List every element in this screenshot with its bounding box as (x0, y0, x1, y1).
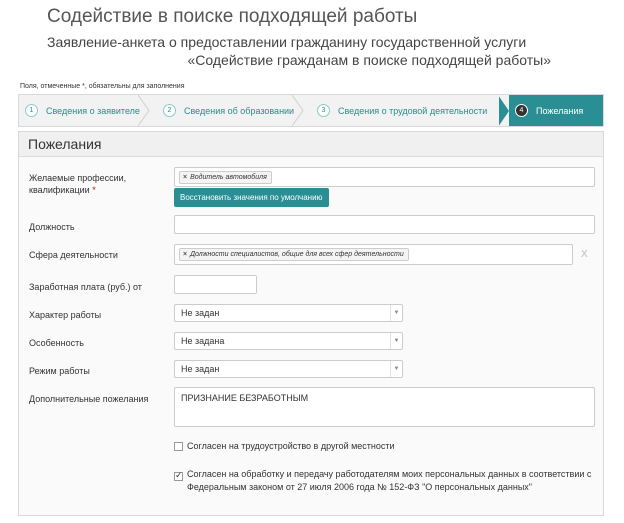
relocation-checkbox[interactable] (174, 442, 183, 451)
clear-sphere-icon[interactable]: X (581, 249, 588, 260)
work-mode-label: Режим работы (29, 366, 90, 376)
step-label: Сведения о заявителе (46, 105, 140, 116)
work-mode-select[interactable]: Не задан ▼ (174, 360, 403, 378)
step-label: Пожелания (536, 105, 584, 116)
remove-tag-icon[interactable]: × (183, 174, 187, 181)
dropdown-arrow-icon[interactable]: ▼ (390, 333, 402, 349)
salary-label: Заработная плата (руб.) от (29, 282, 142, 292)
step-education[interactable]: 2 Сведения об образовании (149, 95, 304, 126)
professions-label: Желаемые профессии, квалификации * (29, 173, 127, 195)
step-number: 1 (25, 104, 38, 117)
step-number: 2 (163, 104, 176, 117)
feature-select[interactable]: Не задана ▼ (174, 332, 403, 350)
additional-textarea[interactable]: ПРИЗНАНИЕ БЕЗРАБОТНЫМ (174, 387, 595, 427)
work-nature-label: Характер работы (29, 310, 102, 320)
step-work-history[interactable]: 3 Сведения о трудовой деятельности (303, 95, 499, 126)
step-wishes[interactable]: 4 Пожелания (498, 95, 603, 126)
additional-value: ПРИЗНАНИЕ БЕЗРАБОТНЫМ (181, 393, 309, 403)
position-label: Должность (29, 222, 75, 232)
personal-data-checkbox[interactable] (174, 470, 183, 481)
subtitle-line-2: «Содействие гражданам в поиске подходяще… (187, 52, 552, 68)
panel-title: Пожелания (19, 132, 603, 157)
wizard-steps: 1 Сведения о заявителе 2 Сведения об обр… (18, 94, 604, 127)
personal-data-label: Согласен на обработку и передачу работод… (187, 469, 592, 492)
salary-input[interactable] (174, 275, 257, 294)
wishes-panel: Пожелания Желаемые профессии, квалификац… (18, 131, 604, 516)
step-applicant[interactable]: 1 Сведения о заявителе (19, 95, 150, 126)
relocation-label: Согласен на трудоустройство в другой мес… (187, 441, 395, 451)
sphere-label: Сфера деятельности (29, 250, 118, 260)
step-number: 4 (515, 104, 528, 117)
work-nature-select[interactable]: Не задан ▼ (174, 304, 403, 322)
required-mark: * (92, 185, 96, 195)
page-title: Содействие в поиске подходящей работы (47, 6, 418, 27)
dropdown-arrow-icon[interactable]: ▼ (390, 361, 402, 377)
reset-defaults-button[interactable]: Восстановить значения по умолчанию (174, 188, 329, 207)
remove-tag-icon[interactable]: × (183, 251, 187, 258)
subtitle-line-1: Заявление-анкета о предоставлении гражда… (47, 34, 527, 50)
profession-tag[interactable]: × Водитель автомобиля (179, 171, 272, 184)
sphere-tag[interactable]: × Должности специалистов, общие для всех … (179, 248, 409, 261)
position-input[interactable] (174, 215, 595, 234)
dropdown-arrow-icon[interactable]: ▼ (390, 305, 402, 321)
feature-label: Особенность (29, 338, 84, 348)
required-note: Поля, отмеченные *, обязательны для запо… (20, 83, 185, 90)
step-number: 3 (317, 104, 330, 117)
professions-input[interactable]: × Водитель автомобиля (174, 167, 595, 187)
additional-label: Дополнительные пожелания (29, 394, 149, 404)
page-subtitle: Заявление-анкета о предоставлении гражда… (47, 33, 567, 69)
step-label: Сведения о трудовой деятельности (338, 105, 488, 116)
step-label: Сведения об образовании (184, 105, 295, 116)
sphere-input[interactable]: × Должности специалистов, общие для всех … (174, 244, 573, 265)
